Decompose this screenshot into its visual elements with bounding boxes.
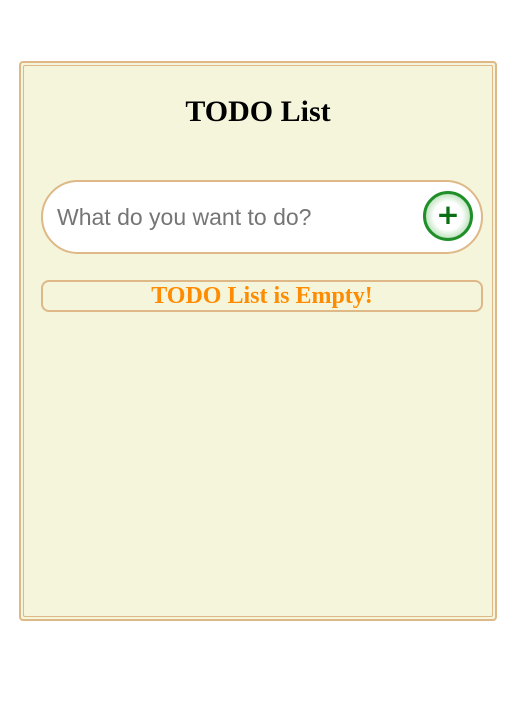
plus-icon: + [436, 198, 460, 231]
todo-panel: TODO List + TODO List is Empty! [19, 61, 497, 621]
empty-list-message: TODO List is Empty! [151, 283, 373, 309]
add-todo-button[interactable]: + [423, 191, 473, 241]
page-title: TODO List [185, 95, 331, 128]
todo-list: TODO List is Empty! [41, 280, 483, 312]
todo-input-container: + [41, 180, 483, 254]
todo-input[interactable] [57, 182, 407, 252]
todo-panel-inner-border: TODO List + TODO List is Empty! [23, 65, 493, 617]
